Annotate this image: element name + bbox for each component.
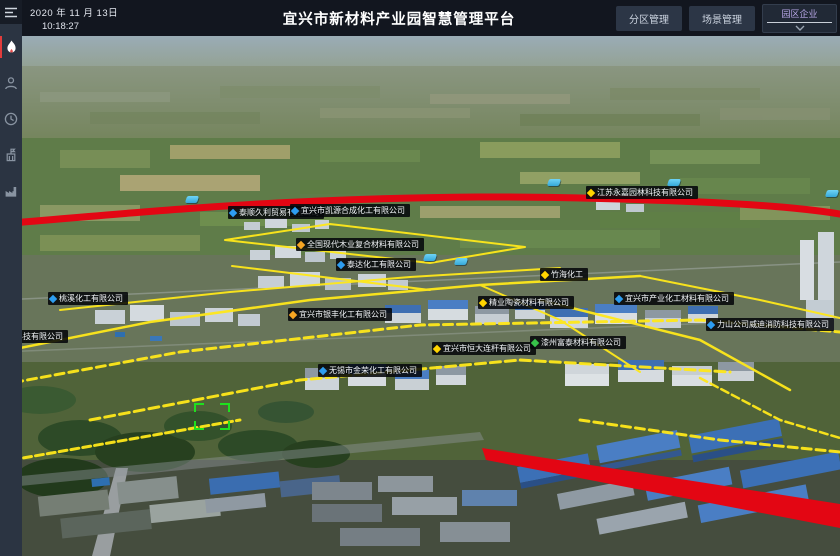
map-3d-view[interactable] — [0, 0, 840, 556]
map-label[interactable]: 竹海化工 — [540, 268, 588, 281]
map-label-text: 宜兴市凯源合成化工有限公司 — [301, 204, 405, 217]
clock-icon[interactable] — [0, 106, 22, 132]
poi-icon — [289, 310, 297, 318]
factory-icon[interactable] — [0, 178, 22, 204]
park-enterprise-dropdown[interactable]: 园区企业 — [762, 4, 837, 33]
map-label[interactable]: 宜兴市凯源合成化工有限公司 — [290, 204, 410, 217]
poi-icon — [615, 294, 623, 302]
map-label-text: 漆州富泰材料有限公司 — [541, 336, 621, 349]
poi-icon — [541, 270, 549, 278]
map-label[interactable]: 漆州富泰材料有限公司 — [530, 336, 626, 349]
scene-management-button[interactable]: 场景管理 — [689, 6, 755, 31]
map-label-text: 精业陶瓷材料有限公司 — [489, 296, 569, 309]
map-label-text: 江苏永嘉园林科技有限公司 — [597, 186, 693, 199]
poi-icon — [707, 320, 715, 328]
map-label-text: 宜兴市产业化工材料有限公司 — [625, 292, 729, 305]
map-label-text: 全国现代木业复合材料有限公司 — [307, 238, 419, 251]
poi-icon — [319, 366, 327, 374]
poi-icon — [433, 344, 441, 352]
poi-icon — [229, 208, 237, 216]
current-time: 10:18:27 — [42, 21, 192, 32]
map-label[interactable]: 江苏永嘉园林科技有限公司 — [586, 186, 698, 199]
top-header: 2020 年 11 月 13日 10:18:27 宜兴市新材料产业园智慧管理平台… — [0, 0, 840, 36]
flame-icon[interactable] — [0, 34, 22, 60]
current-date: 2020 年 11 月 13日 — [30, 5, 192, 19]
map-label[interactable]: 全国现代木业复合材料有限公司 — [296, 238, 424, 251]
menu-icon[interactable] — [0, 0, 22, 24]
map-label[interactable]: 宜兴市银丰化工有限公司 — [288, 308, 392, 321]
datetime-block: 2020 年 11 月 13日 10:18:27 — [22, 5, 192, 32]
poi-icon — [337, 260, 345, 268]
poi-icon — [291, 206, 299, 214]
poi-icon — [49, 294, 57, 302]
map-label[interactable]: 桃溪化工有限公司 — [48, 292, 128, 305]
map-label-text: 桃溪化工有限公司 — [59, 292, 123, 305]
map-label[interactable]: 无锡市金荣化工有限公司 — [318, 364, 422, 377]
dropdown-label: 园区企业 — [763, 7, 836, 20]
map-label-text: 竹海化工 — [551, 268, 583, 281]
poi-icon — [297, 240, 305, 248]
map-label[interactable]: 泰达化工有限公司 — [336, 258, 416, 271]
map-label[interactable]: 宜兴市恒大连杆有限公司 — [432, 342, 536, 355]
map-label-text: 宜兴市恒大连杆有限公司 — [443, 342, 531, 355]
map-label[interactable]: 精业陶瓷材料有限公司 — [478, 296, 574, 309]
map-label-text: 宜兴市银丰化工有限公司 — [299, 308, 387, 321]
poi-icon — [587, 188, 595, 196]
poi-icon — [531, 338, 539, 346]
page-title: 宜兴市新材料产业园智慧管理平台 — [192, 8, 616, 29]
user-icon[interactable] — [0, 70, 22, 96]
map-label[interactable]: 力山公司威迪消防科技有限公司 — [706, 318, 834, 331]
left-sidebar — [0, 0, 22, 556]
poi-icon — [479, 298, 487, 306]
terrain-canvas — [0, 0, 840, 556]
zone-management-button[interactable]: 分区管理 — [616, 6, 682, 31]
map-label-text: 无锡市金荣化工有限公司 — [329, 364, 417, 377]
map-label[interactable]: 宜兴市产业化工材料有限公司 — [614, 292, 734, 305]
map-label-text: 力山公司威迪消防科技有限公司 — [717, 318, 829, 331]
building-icon[interactable] — [0, 142, 22, 168]
map-label-text: 泰达化工有限公司 — [347, 258, 411, 271]
chevron-down-icon — [795, 25, 805, 31]
